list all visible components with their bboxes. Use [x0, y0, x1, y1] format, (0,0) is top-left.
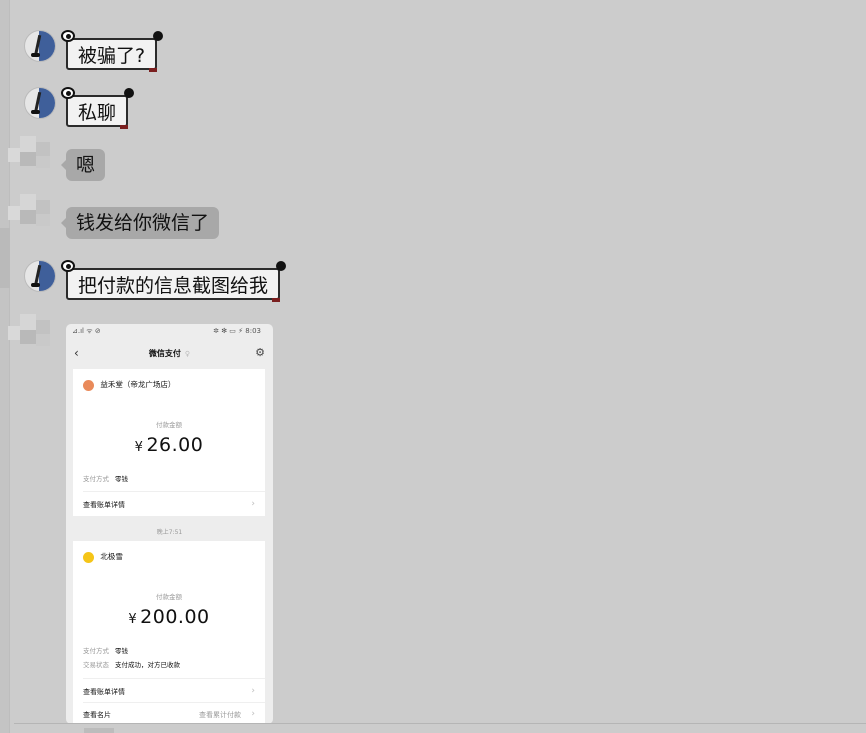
avatar[interactable] — [24, 30, 56, 62]
panda-ear-icon — [61, 260, 75, 272]
input-toolbar-stub — [84, 728, 114, 733]
payment-card: 益禾堂（帝龙广场店） 付款金额 ¥26.00 支付方式 零钱 查看账单详情 › — [73, 369, 265, 516]
message-text: 嗯 — [76, 154, 96, 176]
signal-icon: ⊿.ıl ᯤ ⊘ — [72, 327, 101, 335]
message-bubble[interactable]: 嗯 — [60, 149, 106, 181]
payment-amount: ¥200.00 — [128, 606, 210, 628]
panda-ear-icon — [276, 261, 287, 271]
payment-method: 支付方式 零钱 — [83, 475, 128, 483]
amount-label: 付款金额 — [156, 421, 182, 429]
message-text: 私聊 — [78, 102, 117, 124]
avatar[interactable] — [24, 260, 56, 292]
input-area-divider — [14, 723, 866, 724]
timestamp: 晚上7:51 — [156, 529, 183, 536]
left-panel-edge — [0, 0, 10, 733]
panda-ear-icon — [61, 30, 75, 42]
pin-icon: ♀ — [184, 350, 191, 358]
amount-label: 付款金额 — [156, 593, 182, 601]
message-bubble[interactable]: 私聊 — [61, 87, 135, 129]
chevron-right-icon: › — [251, 686, 255, 696]
bill-detail-link: 查看账单详情 › — [83, 686, 255, 696]
merchant-logo-icon — [83, 551, 94, 563]
panda-ear-icon — [124, 88, 135, 98]
payment-screenshot-image[interactable]: ⊿.ıl ᯤ ⊘ ✲ ✻ ▭ ⚡ 8:03 ‹ 微信支付 ♀ ⚙ 益禾堂（帝龙广场… — [66, 324, 273, 724]
panda-ear-icon — [61, 87, 75, 99]
chevron-right-icon: › — [251, 709, 255, 719]
payment-card: 北极雪 付款金额 ¥200.00 支付方式 零钱 交易状态 支付成功，对方已收款 查… — [73, 541, 265, 724]
message-bubble[interactable]: 把付款的信息截图给我 — [61, 260, 287, 302]
avatar-pixelated[interactable] — [8, 194, 60, 240]
message-text: 被骗了? — [78, 45, 146, 67]
merchant-name: 益禾堂（帝龙广场店） — [100, 380, 176, 389]
payment-amount: ¥26.00 — [134, 434, 204, 456]
avatar-pixelated[interactable] — [8, 136, 60, 182]
avatar-pixelated[interactable] — [8, 314, 60, 360]
merchant-name: 北极雪 — [100, 552, 123, 561]
message-text: 把付款的信息截图给我 — [78, 275, 269, 297]
avatar[interactable] — [24, 87, 56, 119]
message-text: 钱发给你微信了 — [76, 212, 210, 234]
payment-method: 支付方式 零钱 — [83, 647, 128, 655]
bill-detail-link: 查看账单详情 › — [83, 499, 255, 509]
battery-icon: ✲ ✻ ▭ ⚡ 8:03 — [213, 327, 261, 335]
message-bubble[interactable]: 被骗了? — [61, 30, 164, 72]
gear-icon: ⚙ — [255, 346, 265, 359]
screenshot-header: ‹ 微信支付 ♀ ⚙ — [66, 342, 273, 366]
transaction-status: 交易状态 支付成功，对方已收款 — [83, 661, 180, 669]
status-bar: ⊿.ıl ᯤ ⊘ ✲ ✻ ▭ ⚡ 8:03 — [66, 324, 273, 340]
chevron-right-icon: › — [251, 499, 255, 509]
merchant-logo-icon — [83, 379, 94, 391]
screenshot-title: 微信支付 — [148, 349, 181, 358]
business-card-link: 查看名片 查看累计付款 › — [83, 709, 255, 719]
panda-ear-icon — [153, 31, 164, 41]
message-bubble[interactable]: 钱发给你微信了 — [60, 207, 220, 239]
